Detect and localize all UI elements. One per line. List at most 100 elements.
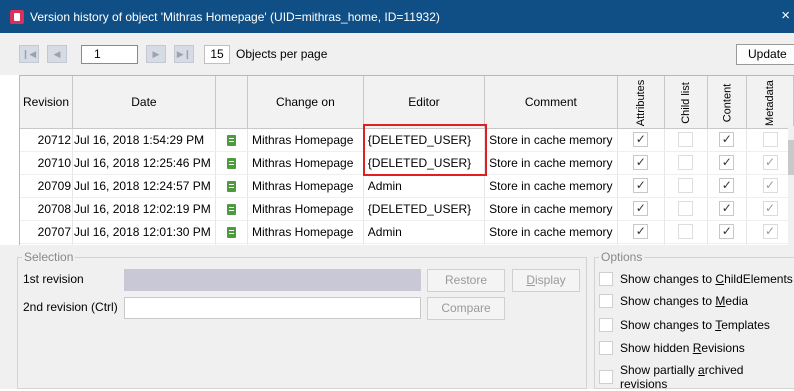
- attributes-checkbox[interactable]: ✓: [633, 132, 649, 148]
- page-document-icon: [226, 134, 236, 146]
- table-row[interactable]: 20707 Jul 16, 2018 12:01:30 PM Mithras H…: [20, 220, 794, 244]
- page-type-cell: [215, 151, 249, 175]
- metadata-checkbox[interactable]: ✓: [762, 224, 778, 240]
- previous-page-icon[interactable]: ◀: [47, 45, 67, 63]
- column-header-attributes[interactable]: Attributes: [617, 76, 665, 129]
- content-checkbox[interactable]: ✓: [719, 132, 735, 148]
- last-page-icon[interactable]: ▶❙: [174, 45, 194, 63]
- column-header-type[interactable]: [215, 76, 249, 129]
- editor-cell: Admin: [363, 174, 486, 198]
- attributes-checkbox[interactable]: ✓: [633, 155, 649, 171]
- editor-cell: {DELETED_USER}: [363, 128, 486, 152]
- table-header: Revision Date Change on Editor Comment A…: [20, 76, 794, 129]
- table-row[interactable]: 20708 Jul 16, 2018 12:02:19 PM Mithras H…: [20, 197, 794, 221]
- change-on-cell: Mithras Homepage: [247, 197, 364, 221]
- option-checkbox[interactable]: [599, 370, 613, 384]
- second-revision-field[interactable]: [124, 297, 421, 319]
- page-document-icon: [226, 157, 236, 169]
- metadata-checkbox[interactable]: ✓: [762, 201, 778, 217]
- revision-cell: 20710: [20, 151, 74, 175]
- metadata-checkbox[interactable]: ✓: [762, 155, 778, 171]
- scrollbar-thumb[interactable]: [788, 140, 794, 175]
- option-label: Show changes to ChildElements: [620, 272, 793, 286]
- column-header-metadata[interactable]: Metadata: [746, 76, 794, 129]
- option-show-hidden-revisions[interactable]: Show hidden Revisions: [599, 341, 745, 355]
- comment-cell: Store in cache memory: [484, 220, 618, 244]
- table-row[interactable]: 20712 Jul 16, 2018 1:54:29 PM Mithras Ho…: [20, 128, 794, 152]
- restore-button[interactable]: Restore: [427, 269, 505, 292]
- child-list-checkbox[interactable]: [678, 224, 694, 240]
- table-scrollbar[interactable]: [788, 126, 794, 246]
- column-header-date[interactable]: Date: [72, 76, 216, 129]
- date-cell: Jul 16, 2018 12:25:46 PM: [72, 151, 216, 175]
- comment-cell: Store in cache memory: [484, 128, 618, 152]
- child-list-checkbox[interactable]: [678, 132, 694, 148]
- content-checkbox[interactable]: ✓: [719, 224, 735, 240]
- selection-legend: Selection: [22, 250, 76, 264]
- column-header-change-on[interactable]: Change on: [247, 76, 364, 129]
- child-list-checkbox[interactable]: [678, 155, 694, 171]
- table-row[interactable]: 20709 Jul 16, 2018 12:24:57 PM Mithras H…: [20, 174, 794, 198]
- content-checkbox[interactable]: ✓: [719, 178, 735, 194]
- next-page-icon[interactable]: ▶: [146, 45, 166, 63]
- attributes-checkbox[interactable]: ✓: [633, 224, 649, 240]
- editor-cell: Admin: [363, 220, 486, 244]
- option-label: Show changes to Templates: [620, 318, 770, 332]
- metadata-checkbox[interactable]: [762, 132, 778, 148]
- first-page-icon[interactable]: ❙◀: [19, 45, 39, 63]
- compare-button[interactable]: Compare: [427, 297, 505, 320]
- page-document-icon: [226, 226, 236, 238]
- child-list-checkbox[interactable]: [678, 201, 694, 217]
- option-label: Show partially archived revisions: [620, 363, 744, 391]
- page-number-input[interactable]: 1: [81, 45, 138, 64]
- close-icon[interactable]: ×: [781, 7, 790, 24]
- revision-cell: 20712: [20, 128, 74, 152]
- column-header-content[interactable]: Content: [707, 76, 748, 129]
- comment-cell: Store in cache memory: [484, 151, 618, 175]
- option-checkbox[interactable]: [599, 294, 613, 308]
- date-cell: Jul 16, 2018 12:01:30 PM: [72, 220, 216, 244]
- option-label: Show changes to Media: [620, 294, 749, 308]
- revision-table: Revision Date Change on Editor Comment A…: [19, 75, 794, 245]
- option-show-child-elements[interactable]: Show changes to ChildElements: [599, 272, 793, 286]
- page-document-icon: [226, 180, 236, 192]
- update-button[interactable]: Update: [736, 44, 794, 65]
- content-checkbox[interactable]: ✓: [719, 201, 735, 217]
- page-document-icon: [226, 203, 236, 215]
- metadata-checkbox[interactable]: ✓: [762, 178, 778, 194]
- change-on-cell: Mithras Homepage: [247, 151, 364, 175]
- first-revision-field[interactable]: [124, 269, 421, 291]
- editor-cell: {DELETED_USER}: [363, 151, 486, 175]
- date-cell: Jul 16, 2018 12:02:19 PM: [72, 197, 216, 221]
- option-show-archived-revisions[interactable]: Show partially archived revisions: [599, 363, 794, 391]
- comment-cell: Store in cache memory: [484, 174, 618, 198]
- revision-cell: 20709: [20, 174, 74, 198]
- date-cell: Jul 16, 2018 12:24:57 PM: [72, 174, 216, 198]
- attributes-checkbox[interactable]: ✓: [633, 178, 649, 194]
- page-type-cell: [215, 128, 249, 152]
- option-checkbox[interactable]: [599, 318, 613, 332]
- revision-cell: 20708: [20, 197, 74, 221]
- option-show-media[interactable]: Show changes to Media: [599, 294, 748, 308]
- column-header-comment[interactable]: Comment: [484, 76, 618, 129]
- option-checkbox[interactable]: [599, 272, 613, 286]
- date-cell: Jul 16, 2018 1:54:29 PM: [72, 128, 216, 152]
- objects-per-page-input[interactable]: 15: [204, 45, 230, 64]
- column-header-editor[interactable]: Editor: [363, 76, 486, 129]
- attributes-checkbox[interactable]: ✓: [633, 201, 649, 217]
- window-title: Version history of object 'Mithras Homep…: [30, 9, 440, 24]
- option-show-templates[interactable]: Show changes to Templates: [599, 318, 770, 332]
- editor-cell: {DELETED_USER}: [363, 197, 486, 221]
- table-row[interactable]: 20710 Jul 16, 2018 12:25:46 PM Mithras H…: [20, 151, 794, 175]
- options-legend: Options: [599, 250, 645, 264]
- child-list-checkbox[interactable]: [678, 178, 694, 194]
- column-header-revision[interactable]: Revision: [20, 76, 74, 129]
- title-bar: Version history of object 'Mithras Homep…: [0, 0, 794, 33]
- display-button[interactable]: Display: [512, 269, 580, 292]
- column-header-child-list[interactable]: Child list: [664, 76, 708, 129]
- app-icon: [10, 9, 24, 24]
- content-checkbox[interactable]: ✓: [719, 155, 735, 171]
- comment-cell: Store in cache memory: [484, 197, 618, 221]
- option-checkbox[interactable]: [599, 341, 613, 355]
- change-on-cell: Mithras Homepage: [247, 128, 364, 152]
